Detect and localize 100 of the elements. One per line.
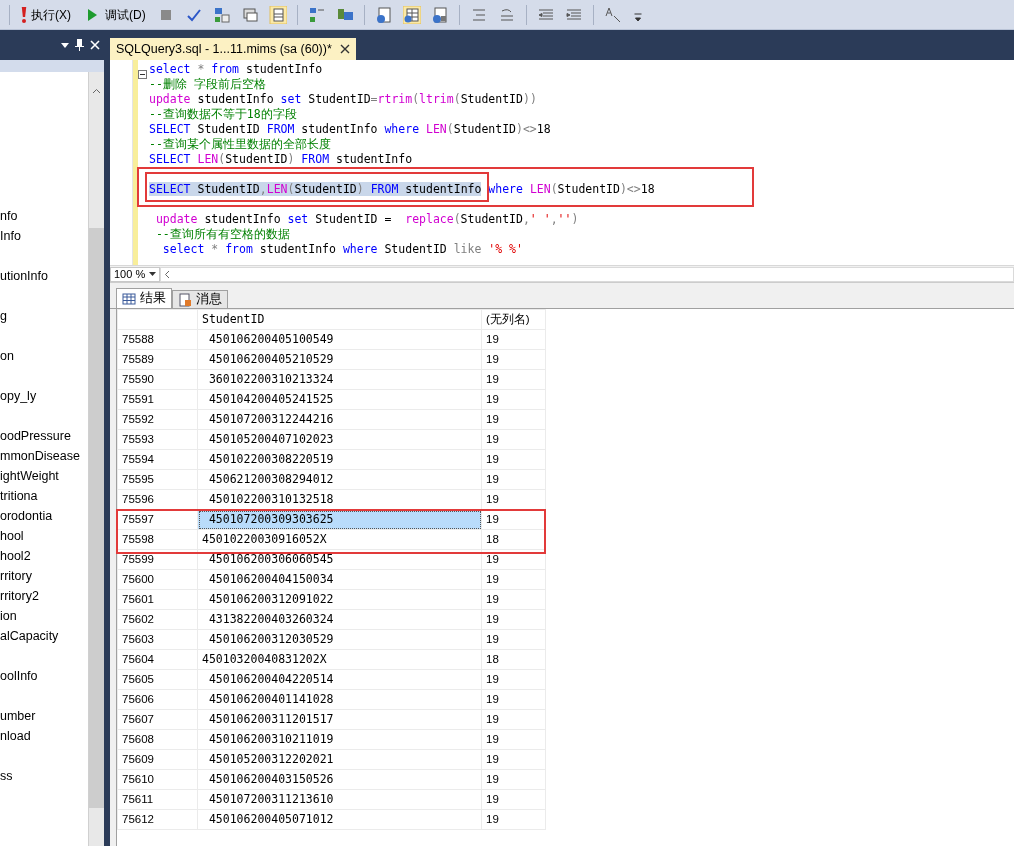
window-icon[interactable] bbox=[240, 5, 259, 24]
table-cell[interactable]: 45010220030916052X bbox=[197, 529, 482, 550]
table-cell[interactable]: 450106200405210529 bbox=[197, 349, 482, 370]
debug-button[interactable]: 调试(D) bbox=[79, 3, 150, 26]
tree-node-label[interactable]: oolInfo bbox=[0, 666, 88, 686]
table-cell: 19 bbox=[481, 749, 546, 770]
tree-node-label[interactable]: Info bbox=[0, 226, 88, 246]
table-cell[interactable]: 450621200308294012 bbox=[197, 469, 482, 490]
tree-node-label[interactable]: oodPressure bbox=[0, 426, 88, 446]
row-number: 75612 bbox=[117, 809, 198, 830]
table-cell[interactable]: 450106200405100549 bbox=[197, 329, 482, 350]
row-number: 75604 bbox=[117, 649, 198, 670]
zoom-value: 100 % bbox=[114, 266, 146, 282]
table-cell: 19 bbox=[481, 389, 546, 410]
code-line: select * from studentInfo bbox=[149, 62, 324, 77]
pin-icon[interactable] bbox=[75, 39, 84, 51]
table-cell: 18 bbox=[481, 649, 546, 670]
code-line: --查询所有有空格的数据 bbox=[154, 227, 291, 242]
tree-node-label[interactable]: g bbox=[0, 306, 88, 326]
results-tab[interactable]: 消息 bbox=[172, 290, 228, 308]
save-file-icon[interactable] bbox=[430, 5, 449, 24]
code-line: select * from studentInfo where StudentID like '% %' bbox=[161, 242, 524, 257]
tree-node-label[interactable]: umber bbox=[0, 706, 88, 726]
tree-node-label[interactable]: mmonDisease bbox=[0, 446, 88, 466]
tree-node-label[interactable]: utionInfo bbox=[0, 266, 88, 286]
tree-node-label[interactable]: ion bbox=[0, 606, 88, 626]
table-cell[interactable]: 450106200312030529 bbox=[197, 629, 482, 650]
row-number: 75593 bbox=[117, 429, 198, 450]
row-number: 75609 bbox=[117, 749, 198, 770]
table-cell[interactable]: 450106200404220514 bbox=[197, 669, 482, 690]
tree-icon[interactable] bbox=[307, 5, 326, 24]
tree-node-label[interactable]: on bbox=[0, 346, 88, 366]
table-cell: 19 bbox=[481, 789, 546, 810]
table-cell[interactable]: 450106200404150034 bbox=[197, 569, 482, 590]
table-cell[interactable]: 360102200310213324 bbox=[197, 369, 482, 390]
exclamation-icon bbox=[21, 6, 27, 23]
tree-node-label[interactable]: tritiona bbox=[0, 486, 88, 506]
tree-node-label[interactable]: hool bbox=[0, 526, 88, 546]
table-cell: 19 bbox=[481, 709, 546, 730]
table-cell: 19 bbox=[481, 669, 546, 690]
tree-node-label[interactable]: alCapacity bbox=[0, 626, 88, 646]
tree-node-label[interactable]: rritory bbox=[0, 566, 88, 586]
row-number: 75589 bbox=[117, 349, 198, 370]
row-number: 75608 bbox=[117, 729, 198, 750]
table-cell: 19 bbox=[481, 729, 546, 750]
table-cell[interactable]: 450106200401141028 bbox=[197, 689, 482, 710]
row-number: 75599 bbox=[117, 549, 198, 570]
table-cell: 19 bbox=[481, 429, 546, 450]
row-number: 75598 bbox=[117, 529, 198, 550]
table-cell: 19 bbox=[481, 349, 546, 370]
column-header[interactable]: (无列名) bbox=[481, 309, 546, 330]
table-cell[interactable]: 450104200405241525 bbox=[197, 389, 482, 410]
tree-node-label[interactable]: opy_ly bbox=[0, 386, 88, 406]
table-cell[interactable]: 450107200311213610 bbox=[197, 789, 482, 810]
table-cell: 19 bbox=[481, 769, 546, 790]
tree-node-label[interactable]: hool2 bbox=[0, 546, 88, 566]
column-header[interactable]: StudentID bbox=[197, 309, 482, 330]
row-number: 75595 bbox=[117, 469, 198, 490]
code-line: --查询某个属性里数据的全部长度 bbox=[149, 137, 332, 152]
grid-file-icon[interactable] bbox=[402, 5, 421, 24]
zoom-dropdown[interactable]: 100 % bbox=[110, 266, 160, 282]
table-cell[interactable]: 450106200312091022 bbox=[197, 589, 482, 610]
row-number: 75607 bbox=[117, 709, 198, 730]
results-grid-icon[interactable] bbox=[268, 5, 287, 24]
tree-node-label[interactable]: ightWeight bbox=[0, 466, 88, 486]
table-cell[interactable]: 450106200306060545 bbox=[197, 549, 482, 570]
table-cell[interactable]: 45010320040831202X bbox=[197, 649, 482, 670]
tree-node-label[interactable]: rritory2 bbox=[0, 586, 88, 606]
row-number: 75610 bbox=[117, 769, 198, 790]
text-file-icon[interactable] bbox=[374, 5, 393, 24]
collapse-icon[interactable] bbox=[138, 70, 147, 80]
table-cell[interactable]: 450107200312244216 bbox=[197, 409, 482, 430]
tree-node-label[interactable]: nfo bbox=[0, 206, 88, 226]
dropdown-icon[interactable] bbox=[61, 42, 69, 48]
close-icon[interactable] bbox=[339, 44, 350, 54]
table-cell[interactable]: 431382200403260324 bbox=[197, 609, 482, 630]
table-cell: 19 bbox=[481, 809, 546, 830]
tree-node-label[interactable]: ss bbox=[0, 766, 88, 786]
execute-button[interactable]: 执行(X) bbox=[17, 3, 75, 26]
tree-node-label[interactable]: nload bbox=[0, 726, 88, 746]
table-cell[interactable]: 450106200310211019 bbox=[197, 729, 482, 750]
code-line: SELECT StudentID FROM studentInfo where LEN(StudentID)<>18 bbox=[149, 122, 552, 137]
table-cell: 19 bbox=[481, 409, 546, 430]
row-number: 75596 bbox=[117, 489, 198, 510]
horizontal-scrollbar[interactable] bbox=[160, 266, 1014, 282]
row-number: 75602 bbox=[117, 609, 198, 630]
table-cell[interactable]: 450106200311201517 bbox=[197, 709, 482, 730]
tree-node-label[interactable]: orodontia bbox=[0, 506, 88, 526]
table-cell[interactable]: 450105200407102023 bbox=[197, 429, 482, 450]
table-cell[interactable]: 450102200308220519 bbox=[197, 449, 482, 470]
table-cell[interactable]: 450106200405071012 bbox=[197, 809, 482, 830]
code-line: --查询数据不等于18的字段 bbox=[149, 107, 298, 122]
scrollbar[interactable] bbox=[88, 72, 104, 846]
table-cell: 19 bbox=[481, 569, 546, 590]
row-number: 75603 bbox=[117, 629, 198, 650]
document-tab[interactable]: SQLQuery3.sql - 1...11.mims (sa (60))* bbox=[110, 38, 356, 60]
table-cell[interactable]: 450105200312202021 bbox=[197, 749, 482, 770]
results-tab[interactable]: 结果 bbox=[116, 288, 172, 308]
code-line: update studentInfo set StudentID=rtrim(ltrim(StudentID)) bbox=[149, 92, 538, 107]
table-cell[interactable]: 450106200403150526 bbox=[197, 769, 482, 790]
